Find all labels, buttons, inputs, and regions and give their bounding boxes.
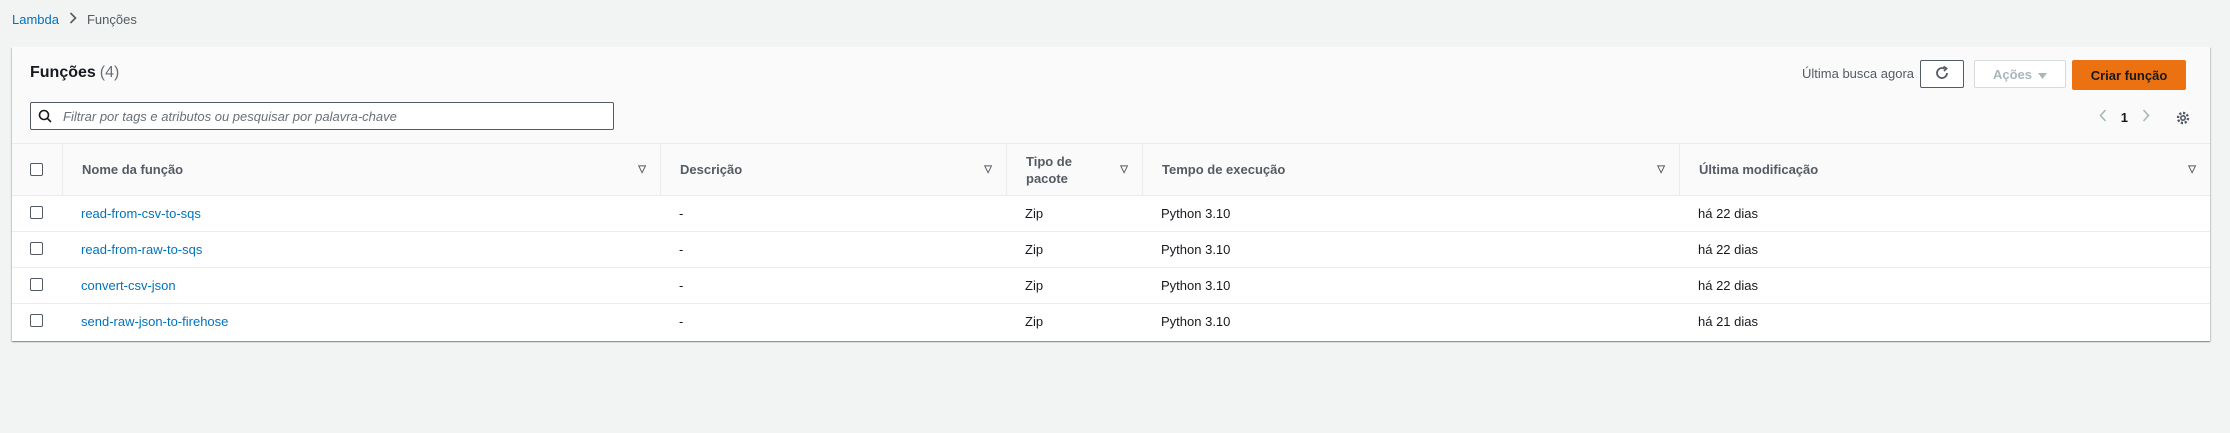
package-type-cell: Zip: [1025, 206, 1044, 221]
package-type-cell: Zip: [1025, 242, 1044, 257]
functions-panel: Funções (4) Última busca agora Ações Cria…: [12, 47, 2210, 341]
runtime-cell: Python 3.10: [1161, 278, 1231, 293]
column-label: Nome da função: [82, 162, 184, 177]
functions-count: (4): [99, 64, 120, 81]
table-row: convert-csv-json - Zip Python 3.10 há 22…: [12, 267, 2210, 304]
title-text: Funções: [30, 64, 96, 81]
row-checkbox[interactable]: [30, 313, 43, 327]
row-checkbox[interactable]: [30, 205, 43, 219]
table-row: read-from-csv-to-sqs - Zip Python 3.10 h…: [12, 195, 2210, 232]
search-field[interactable]: [30, 102, 614, 130]
actions-label: Ações: [1992, 66, 2033, 82]
table-row: read-from-raw-to-sqs - Zip Python 3.10 h…: [12, 231, 2210, 268]
select-all-checkbox[interactable]: [30, 163, 43, 176]
gear-icon[interactable]: [2174, 109, 2192, 127]
row-checkbox[interactable]: [30, 241, 43, 255]
functions-table: Nome da função ▽ Descrição ▽ Tipo de pacot…: [12, 144, 2210, 339]
column-header-name[interactable]: Nome da função ▽: [62, 144, 660, 196]
table-header-row: Nome da função ▽ Descrição ▽ Tipo de pacot…: [12, 144, 2210, 196]
search-icon: [31, 109, 59, 123]
function-name-link[interactable]: convert-csv-json: [81, 278, 176, 293]
row-checkbox[interactable]: [30, 277, 43, 291]
column-header-runtime[interactable]: Tempo de execução ▽: [1142, 144, 1679, 196]
sort-icon[interactable]: ▽: [2188, 164, 2196, 175]
column-header-package-type[interactable]: Tipo de pacote ▽: [1006, 144, 1142, 196]
actions-button[interactable]: Ações: [1974, 60, 2066, 88]
chevron-right-icon: [69, 12, 77, 27]
breadcrumb-lambda-link[interactable]: Lambda: [12, 12, 59, 27]
package-type-cell: Zip: [1025, 278, 1044, 293]
column-label: Descrição: [680, 162, 743, 177]
description-cell: -: [679, 278, 684, 293]
search-input[interactable]: [59, 105, 613, 127]
description-cell: -: [679, 206, 684, 221]
runtime-cell: Python 3.10: [1161, 314, 1231, 329]
description-cell: -: [679, 314, 684, 329]
refresh-button[interactable]: [1920, 60, 1964, 88]
column-label: Última modificação: [1699, 162, 1819, 177]
last-modified-cell: há 21 dias: [1698, 314, 1758, 329]
function-name-link[interactable]: read-from-raw-to-sqs: [81, 242, 202, 257]
sort-icon[interactable]: ▽: [638, 164, 646, 175]
column-label: Tempo de execução: [1162, 162, 1286, 177]
breadcrumb-current: Funções: [86, 12, 137, 27]
pagination: 1: [2099, 109, 2150, 125]
select-all-header: [12, 144, 62, 196]
column-header-description[interactable]: Descrição ▽: [660, 144, 1006, 196]
sort-icon[interactable]: ▽: [984, 164, 992, 175]
refresh-icon: [1934, 65, 1950, 84]
function-name-link[interactable]: read-from-csv-to-sqs: [81, 206, 201, 221]
last-modified-cell: há 22 dias: [1698, 242, 1758, 257]
last-modified-cell: há 22 dias: [1698, 278, 1758, 293]
page-number[interactable]: 1: [2121, 110, 2128, 125]
runtime-cell: Python 3.10: [1161, 242, 1231, 257]
page-title: Funções (4): [30, 64, 119, 82]
chevron-right-icon[interactable]: [2142, 109, 2150, 125]
sort-icon[interactable]: ▽: [1657, 164, 1665, 175]
last-modified-cell: há 22 dias: [1698, 206, 1758, 221]
description-cell: -: [679, 242, 684, 257]
runtime-cell: Python 3.10: [1161, 206, 1231, 221]
caret-down-icon: [2038, 67, 2048, 82]
chevron-left-icon[interactable]: [2099, 109, 2107, 125]
package-type-cell: Zip: [1025, 314, 1044, 329]
column-label: Tipo de pacote: [1026, 153, 1072, 186]
sort-icon[interactable]: ▽: [1120, 164, 1128, 175]
function-name-link[interactable]: send-raw-json-to-firehose: [81, 314, 228, 329]
create-function-button[interactable]: Criar função: [2072, 60, 2186, 90]
table-row: send-raw-json-to-firehose - Zip Python 3…: [12, 304, 2210, 340]
column-header-last-modified[interactable]: Última modificação ▽: [1679, 144, 2210, 196]
breadcrumb: Lambda Funções: [12, 12, 137, 27]
last-fetch-status: Última busca agora: [1802, 66, 1914, 81]
